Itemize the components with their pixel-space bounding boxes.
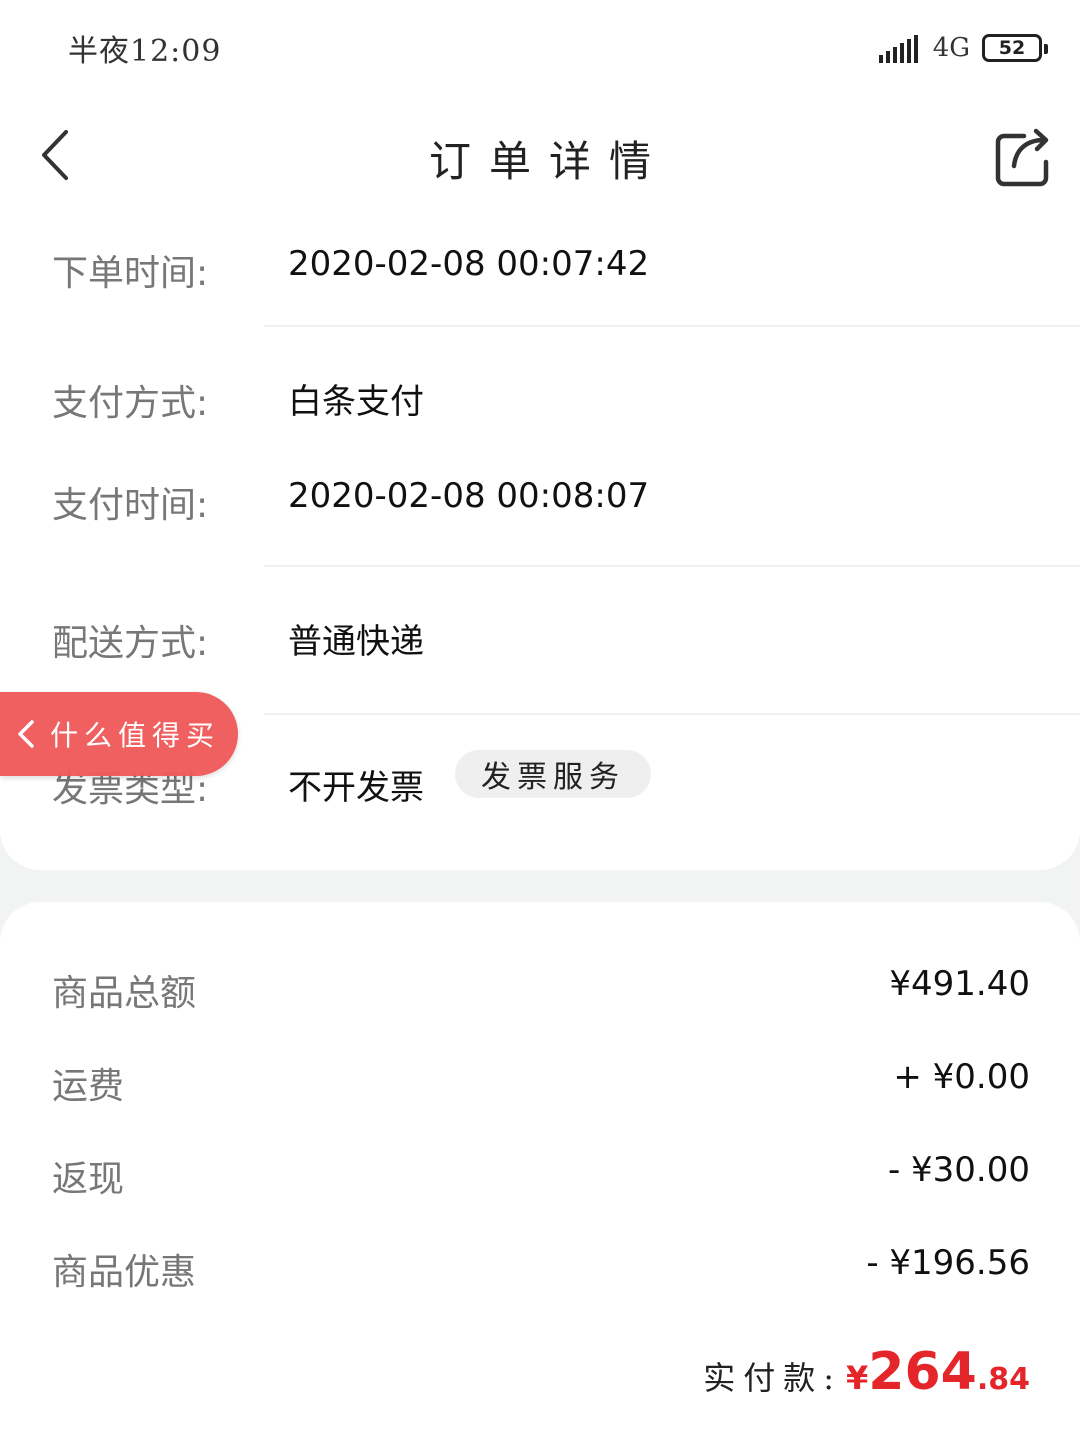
pay-time-label: 支付时间:: [52, 485, 209, 526]
invoice-service-button[interactable]: 发票服务: [455, 750, 651, 798]
summary-row: 返现 - ¥30.00: [0, 1150, 1080, 1210]
page-title: 订单详情: [428, 137, 669, 186]
divider: [264, 565, 1080, 567]
pay-time-row: 支付时间: 2020-02-08 00:08:07: [0, 472, 1080, 532]
pay-method-row: 支付方式: 白条支付: [0, 370, 1080, 430]
paid-decimal: .84: [976, 1362, 1030, 1397]
pay-method-value: 白条支付: [288, 382, 424, 422]
signal-icon: [878, 33, 921, 63]
battery-icon: 52: [982, 34, 1048, 62]
shipping-value: + ¥0.00: [893, 1057, 1030, 1097]
pay-method-label: 支付方式:: [52, 383, 209, 424]
delivery-label: 配送方式:: [52, 623, 209, 664]
network-type: 4G: [932, 33, 970, 63]
goods-total-label: 商品总额: [52, 973, 197, 1014]
delivery-value: 普通快递: [288, 622, 424, 662]
smzdm-floating-button[interactable]: 什么值得买: [0, 692, 238, 776]
summary-row: 商品总额 ¥491.40: [0, 964, 1080, 1024]
cashback-value: - ¥30.00: [887, 1150, 1030, 1190]
floating-button-label: 什么值得买: [50, 719, 221, 752]
status-time: 半夜12:09: [68, 34, 222, 69]
price-summary-card: 商品总额 ¥491.40 运费 + ¥0.00 返现 - ¥30.00 商品优惠…: [0, 902, 1080, 1455]
divider: [264, 713, 1080, 715]
summary-row: 运费 + ¥0.00: [0, 1057, 1080, 1117]
order-time-value: 2020-02-08 00:07:42: [288, 244, 650, 284]
status-indicators: 4G 52: [878, 28, 1048, 68]
paid-amount: 实付款: ¥ 264 .84: [703, 1342, 1030, 1402]
summary-row: 商品优惠 - ¥196.56: [0, 1243, 1080, 1303]
shipping-label: 运费: [52, 1066, 125, 1107]
paid-label: 实付款:: [703, 1359, 843, 1397]
battery-level: 52: [998, 37, 1026, 59]
status-bar: 半夜12:09 4G 52: [0, 0, 1080, 95]
discount-label: 商品优惠: [52, 1252, 197, 1293]
paid-currency: ¥: [846, 1359, 869, 1397]
delivery-row: 配送方式: 普通快递: [0, 610, 1080, 670]
header: 订单详情: [0, 100, 1080, 215]
goods-total-value: ¥491.40: [889, 964, 1030, 1004]
share-button[interactable]: [994, 126, 1054, 188]
cashback-label: 返现: [52, 1159, 125, 1200]
divider: [264, 325, 1080, 327]
invoice-value: 不开发票: [288, 768, 424, 808]
chevron-left-icon: [18, 720, 34, 748]
order-time-label: 下单时间:: [52, 253, 209, 294]
share-icon: [995, 128, 1049, 187]
paid-integer: 264: [868, 1342, 977, 1402]
order-time-row: 下单时间: 2020-02-08 00:07:42: [0, 240, 1080, 300]
discount-value: - ¥196.56: [866, 1243, 1030, 1283]
pay-time-value: 2020-02-08 00:08:07: [288, 476, 650, 516]
